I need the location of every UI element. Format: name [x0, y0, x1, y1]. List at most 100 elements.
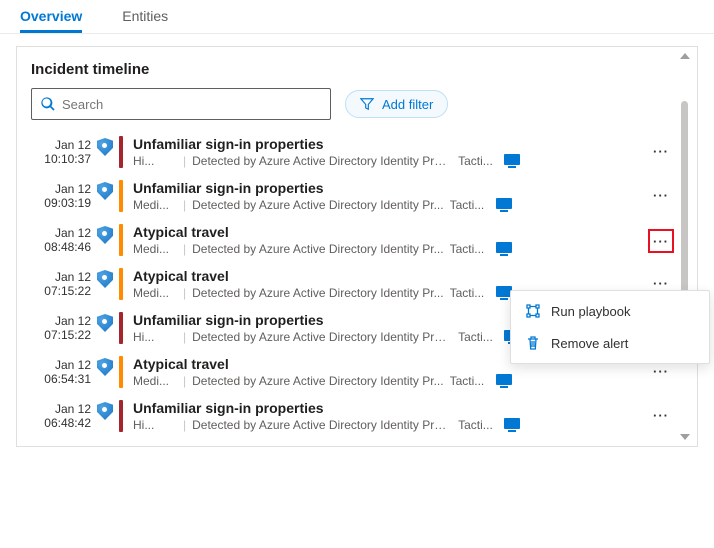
more-actions-button[interactable]: ···	[649, 230, 673, 252]
timestamp: Jan 12 07:15:22	[31, 268, 91, 298]
row-context-menu: Run playbook Remove alert	[510, 290, 710, 364]
menu-remove-alert-label: Remove alert	[551, 336, 628, 351]
severity-bar	[119, 136, 123, 168]
detected-by: Detected by Azure Active Directory Ident…	[192, 154, 452, 168]
system-icon	[504, 154, 520, 168]
time-label: 09:03:19	[31, 196, 91, 210]
severity-label: Medi...	[133, 198, 177, 212]
tactics-label: Tacti...	[458, 418, 498, 432]
system-icon	[504, 418, 520, 432]
type-icon-col	[91, 224, 119, 244]
alert-title: Atypical travel	[133, 268, 649, 284]
severity-label: Medi...	[133, 374, 177, 388]
alert-subtitle: Hi... | Detected by Azure Active Directo…	[133, 154, 649, 168]
severity-label: Medi...	[133, 242, 177, 256]
alert-subtitle: Hi... | Detected by Azure Active Directo…	[133, 418, 649, 432]
scroll-up-icon[interactable]	[680, 53, 690, 59]
more-actions-button[interactable]: ···	[649, 180, 673, 203]
divider: |	[183, 418, 186, 432]
more-actions-button[interactable]: ···	[649, 268, 673, 291]
more-actions-button[interactable]: ···	[649, 136, 673, 159]
alert-title: Unfamiliar sign-in properties	[133, 400, 649, 416]
add-filter-button[interactable]: Add filter	[345, 90, 448, 118]
more-actions-button[interactable]: ···	[649, 400, 673, 423]
menu-remove-alert[interactable]: Remove alert	[511, 327, 709, 359]
tactics-label: Tacti...	[450, 242, 490, 256]
shield-icon	[97, 358, 113, 376]
tabs: Overview Entities	[0, 0, 714, 34]
shield-icon	[97, 270, 113, 288]
timestamp: Jan 12 08:48:46	[31, 224, 91, 254]
divider: |	[183, 374, 186, 388]
tab-entities[interactable]: Entities	[122, 0, 168, 33]
severity-label: Medi...	[133, 286, 177, 300]
tactics-label: Tacti...	[458, 154, 498, 168]
time-label: 07:15:22	[31, 328, 91, 342]
search-input[interactable]	[62, 97, 322, 112]
alert-title: Unfamiliar sign-in properties	[133, 136, 649, 152]
panel-title: Incident timeline	[17, 47, 697, 88]
filter-icon	[360, 97, 374, 111]
timestamp: Jan 12 10:10:37	[31, 136, 91, 166]
search-box[interactable]	[31, 88, 331, 120]
alert-subtitle: Medi... | Detected by Azure Active Direc…	[133, 198, 649, 212]
playbook-icon	[525, 303, 541, 319]
system-icon	[496, 198, 512, 212]
incident-timeline-panel: Incident timeline Add filter Jan 12 10:1…	[16, 46, 698, 447]
timestamp: Jan 12 07:15:22	[31, 312, 91, 342]
shield-icon	[97, 138, 113, 156]
system-icon	[496, 374, 512, 388]
row-body: Unfamiliar sign-in properties Hi... | De…	[133, 400, 649, 432]
tactics-label: Tacti...	[450, 374, 490, 388]
type-icon-col	[91, 268, 119, 288]
date-label: Jan 12	[31, 314, 91, 328]
timeline-list: Jan 12 10:10:37 Unfamiliar sign-in prope…	[17, 130, 697, 446]
system-icon	[496, 242, 512, 256]
shield-icon	[97, 314, 113, 332]
tactics-label: Tacti...	[450, 198, 490, 212]
shield-icon	[97, 182, 113, 200]
detected-by: Detected by Azure Active Directory Ident…	[192, 242, 443, 256]
row-body: Atypical travel Medi... | Detected by Az…	[133, 224, 649, 256]
detected-by: Detected by Azure Active Directory Ident…	[192, 286, 443, 300]
scrollbar[interactable]	[679, 53, 691, 440]
divider: |	[183, 286, 186, 300]
severity-bar	[119, 312, 123, 344]
search-icon	[40, 96, 56, 112]
add-filter-label: Add filter	[382, 97, 433, 112]
timeline-row[interactable]: Jan 12 09:03:19 Unfamiliar sign-in prope…	[17, 174, 697, 218]
time-label: 07:15:22	[31, 284, 91, 298]
severity-bar	[119, 224, 123, 256]
severity-bar	[119, 268, 123, 300]
time-label: 08:48:46	[31, 240, 91, 254]
severity-label: Hi...	[133, 330, 177, 344]
type-icon-col	[91, 312, 119, 332]
alert-subtitle: Medi... | Detected by Azure Active Direc…	[133, 374, 649, 388]
tactics-label: Tacti...	[458, 330, 498, 344]
scroll-down-icon[interactable]	[680, 434, 690, 440]
detected-by: Detected by Azure Active Directory Ident…	[192, 418, 452, 432]
row-body: Unfamiliar sign-in properties Medi... | …	[133, 180, 649, 212]
menu-run-playbook[interactable]: Run playbook	[511, 295, 709, 327]
shield-icon	[97, 226, 113, 244]
type-icon-col	[91, 400, 119, 420]
timeline-row[interactable]: Jan 12 06:48:42 Unfamiliar sign-in prope…	[17, 394, 697, 438]
divider: |	[183, 242, 186, 256]
timestamp: Jan 12 06:54:31	[31, 356, 91, 386]
date-label: Jan 12	[31, 270, 91, 284]
date-label: Jan 12	[31, 138, 91, 152]
divider: |	[183, 154, 186, 168]
severity-label: Hi...	[133, 418, 177, 432]
time-label: 06:48:42	[31, 416, 91, 430]
alert-title: Atypical travel	[133, 224, 649, 240]
timestamp: Jan 12 06:48:42	[31, 400, 91, 430]
severity-bar	[119, 400, 123, 432]
alert-subtitle: Medi... | Detected by Azure Active Direc…	[133, 242, 649, 256]
tab-overview[interactable]: Overview	[20, 0, 82, 33]
alert-title: Unfamiliar sign-in properties	[133, 180, 649, 196]
timeline-row[interactable]: Jan 12 08:48:46 Atypical travel Medi... …	[17, 218, 697, 262]
timeline-row[interactable]: Jan 12 10:10:37 Unfamiliar sign-in prope…	[17, 130, 697, 174]
row-body: Unfamiliar sign-in properties Hi... | De…	[133, 136, 649, 168]
date-label: Jan 12	[31, 182, 91, 196]
divider: |	[183, 198, 186, 212]
